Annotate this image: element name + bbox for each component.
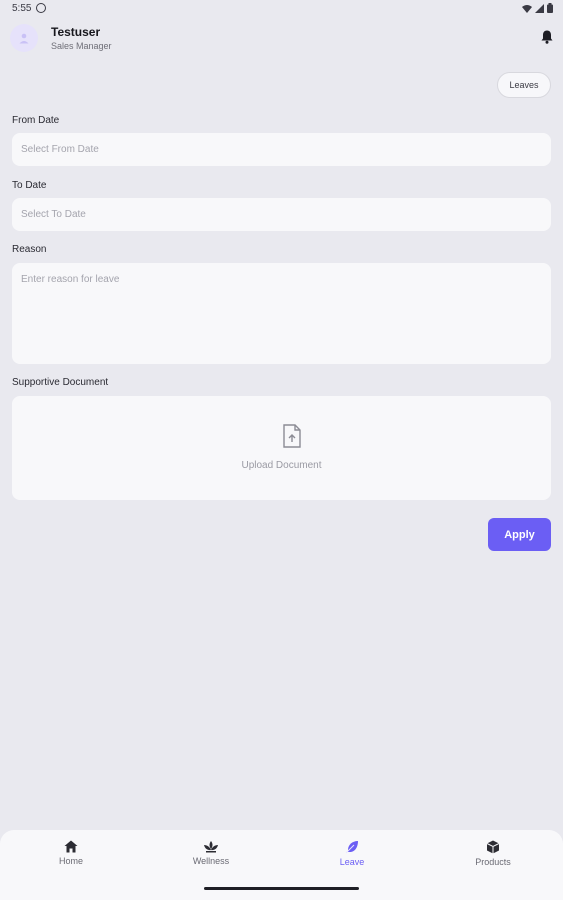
to-date-placeholder: Select To Date	[21, 209, 86, 220]
file-upload-icon	[283, 424, 301, 448]
home-indicator	[204, 887, 359, 890]
dnd-icon	[36, 3, 46, 13]
feather-icon	[345, 841, 358, 854]
nav-item-home[interactable]: Home	[31, 840, 111, 866]
nav-item-wellness[interactable]: Wellness	[171, 840, 251, 866]
nav-label-home: Home	[58, 856, 83, 866]
battery-icon	[547, 3, 553, 13]
document-label: Supportive Document	[12, 377, 109, 388]
reason-placeholder: Enter reason for leave	[21, 274, 120, 285]
apply-button[interactable]: Apply	[488, 518, 551, 551]
nav-label-wellness: Wellness	[192, 856, 230, 866]
upload-document-area[interactable]: Upload Document	[12, 396, 551, 500]
signal-icon	[535, 3, 544, 13]
from-date-label: From Date	[12, 115, 60, 126]
reason-textarea[interactable]: Enter reason for leave	[12, 263, 551, 364]
from-date-placeholder: Select From Date	[21, 144, 99, 155]
wifi-icon	[522, 4, 532, 13]
nav-label-leave: Leave	[339, 857, 365, 867]
app-header: Testuser Sales Manager	[0, 20, 563, 58]
to-date-input[interactable]: Select To Date	[12, 198, 551, 231]
status-time: 5:55	[12, 3, 32, 14]
avatar[interactable]	[10, 24, 38, 52]
home-icon	[64, 840, 78, 853]
bell-icon[interactable]	[541, 30, 553, 44]
nav-item-products[interactable]: Products	[453, 840, 533, 867]
nav-item-leave[interactable]: Leave	[312, 840, 392, 867]
user-role: Sales Manager	[51, 41, 112, 51]
box-icon	[486, 840, 500, 854]
reason-label: Reason	[12, 244, 47, 255]
user-name: Testuser	[51, 25, 101, 39]
leaves-button[interactable]: Leaves	[497, 72, 551, 98]
upload-document-text: Upload Document	[241, 460, 322, 471]
lotus-icon	[204, 841, 218, 853]
nav-label-products: Products	[475, 857, 511, 867]
status-icons	[522, 3, 553, 13]
from-date-input[interactable]: Select From Date	[12, 133, 551, 166]
status-bar: 5:55	[0, 0, 563, 18]
to-date-label: To Date	[12, 180, 47, 191]
avatar-icon	[19, 33, 29, 44]
